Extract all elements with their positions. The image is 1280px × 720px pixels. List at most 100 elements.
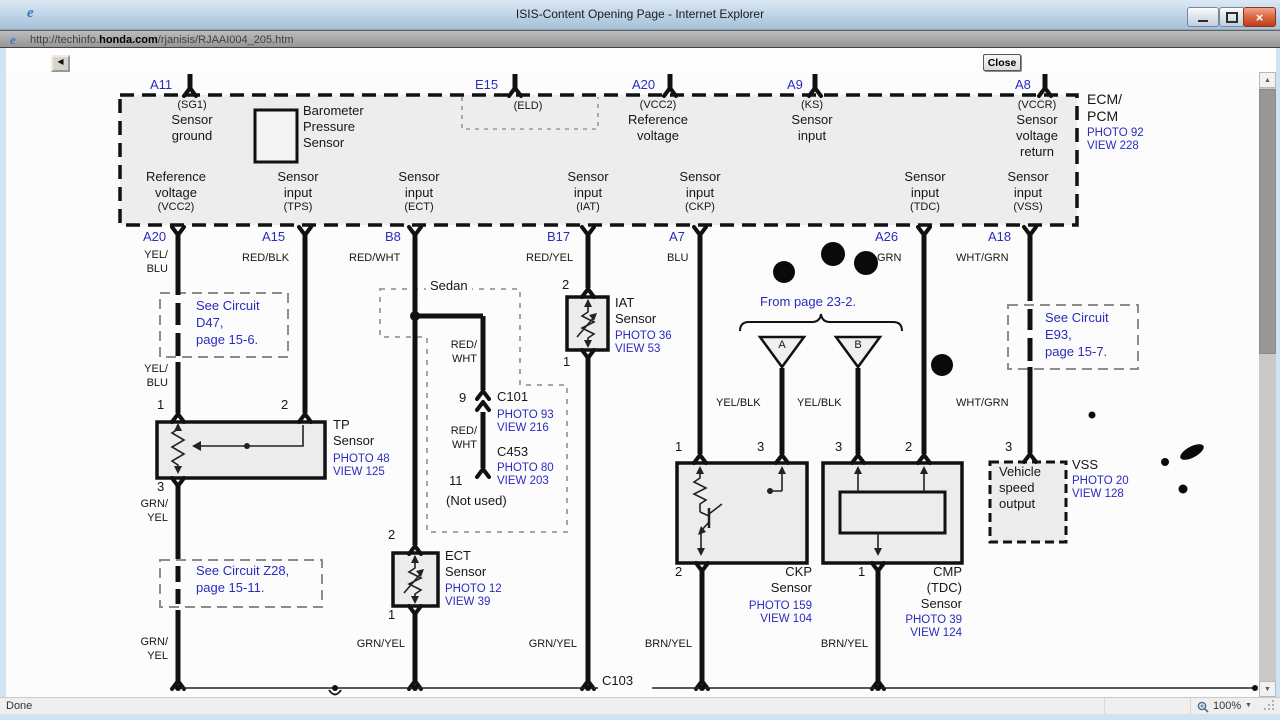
ckp-pin-2: 2 [675,564,683,579]
ecm-fn-code: (CKP) [685,201,715,213]
ecm-fn-label: Sensor input [567,169,609,200]
pin-label-b8: B8 [385,229,401,244]
back-arrow-icon: ◀ [57,57,64,66]
ckp-sensor-name: CKP Sensor [770,564,812,595]
ckp-photo-view-ref[interactable]: PHOTO 159 VIEW 104 [722,600,812,625]
see-circuit-e93-ref[interactable]: See Circuit E93, page 15-7. [1045,309,1109,360]
iat-sensor-name: IAT Sensor [615,295,657,326]
zoom-caret-icon[interactable]: ▼ [1245,702,1252,709]
tp-pin-3: 3 [157,479,165,494]
url-field[interactable]: http://techinfo.honda.com/rjanisis/RJAAI… [30,34,294,46]
address-bar[interactable]: e http://techinfo.honda.com/rjanisis/RJA… [0,30,1280,48]
iat-pin-1: 1 [563,354,571,369]
scroll-up-button[interactable]: ▲ [1259,72,1276,88]
cmp-pin-2: 2 [905,439,913,454]
vss-photo-view-ref[interactable]: PHOTO 20 VIEW 128 [1072,475,1129,500]
reference-voltage-label: Reference voltage [628,112,688,143]
minimize-button[interactable] [1187,7,1219,27]
ie-page-icon: e [10,32,16,47]
wire-color-red-wht: RED/WHT [349,252,401,264]
from-page-ref[interactable]: From page 23-2. [760,294,856,310]
tp-photo-view-ref[interactable]: PHOTO 48 VIEW 125 [333,453,390,478]
ecm-pcm-title: ECM/ PCM [1087,91,1122,124]
ecm-fn-code: (ECT) [404,201,434,213]
pin-label-a26: A26 [875,229,899,244]
close-page-button[interactable]: Close [983,54,1021,71]
pin-label-a9: A9 [787,77,803,92]
cmp-pin-1: 1 [858,564,866,579]
ks-code: (KS) [801,99,823,111]
vss-name: VSS [1072,457,1099,472]
close-icon: × [1255,9,1264,25]
see-circuit-z28-ref[interactable]: See Circuit Z28, page 15-11. [196,562,289,596]
minimize-icon [1198,19,1208,22]
maximize-icon [1226,11,1238,23]
back-button[interactable]: ◀ [51,55,70,72]
zoom-level[interactable]: 100% [1213,700,1241,712]
pin-label-a20: A20 [143,229,167,244]
triangle-b-label: B [854,339,862,351]
wire-color-grn-yel-4: GRN/YEL [528,638,577,650]
sensor-voltage-return-label: Sensor voltage return [1016,112,1058,159]
vcc2-code: (VCC2) [639,99,677,111]
wire-color-yel-blk-1: YEL/BLK [716,397,761,409]
page-content [6,72,1259,697]
scroll-thumb[interactable] [1259,89,1276,354]
vccr-code: (VCCR) [1017,99,1057,111]
title-bar: e ISIS-Content Opening Page - Internet E… [0,0,1280,30]
maximize-button[interactable] [1219,7,1245,27]
browser-window: e ISIS-Content Opening Page - Internet E… [0,0,1280,720]
tp-pin-1: 1 [157,397,165,412]
cmp-pin-3: 3 [835,439,843,454]
see-circuit-d47-ref[interactable]: See Circuit D47, page 15-6. [196,297,260,348]
status-bar: Done 100% ▼ [0,697,1280,714]
c453-photo-view-ref[interactable]: PHOTO 80 VIEW 203 [497,462,554,487]
c101-photo-view-ref[interactable]: PHOTO 93 VIEW 216 [497,409,554,434]
vehicle-speed-output-label: Vehicle speed output [999,464,1041,511]
pin-label-a18: A18 [988,229,1012,244]
pin-label-a20-top: A20 [632,77,656,92]
wire-color-yel-blk-2: YEL/BLK [797,397,842,409]
pin-label-e15: E15 [475,77,499,92]
status-separator [1104,698,1105,714]
zoom-icon [1197,701,1209,713]
window-border-bottom [0,714,1280,720]
tp-pin-2: 2 [281,397,289,412]
ecm-photo-view-ref[interactable]: PHOTO 92 VIEW 228 [1087,127,1144,152]
status-text: Done [6,700,33,712]
iat-photo-view-ref[interactable]: PHOTO 36 VIEW 53 [615,330,672,355]
c453-pin-11: 11 [449,473,463,488]
tp-sensor-name: TP Sensor [333,417,375,448]
ecm-fn-label: Sensor input [679,169,721,200]
scroll-up-icon: ▲ [1264,77,1271,84]
wire-color-grn-yel-1: GRN/ YEL [140,498,169,524]
ecm-fn-code: (IAT) [576,201,600,213]
window-title: ISIS-Content Opening Page - Internet Exp… [515,7,765,21]
ecm-fn-label: Sensor input [904,169,946,200]
close-window-button[interactable]: × [1243,7,1276,27]
ecm-fn-code: (TDC) [910,201,940,213]
barometer-sensor-label: Barometer Pressure Sensor [303,103,364,150]
pin-label-a11: A11 [150,77,173,92]
ckp-pin-3: 3 [757,439,765,454]
resize-grip[interactable] [1272,708,1274,710]
content-scrollbar[interactable]: ▲ ▼ [1259,72,1276,697]
url-prefix: http://techinfo. [30,34,100,46]
ecm-fn-label: Reference voltage [146,169,206,200]
wire-color-red-yel: RED/YEL [526,252,574,264]
wire-color-yel-blu-2: YEL/ BLU [144,363,168,389]
cmp-photo-view-ref[interactable]: PHOTO 39 VIEW 124 [874,614,962,639]
ecm-fn-label: Sensor input [398,169,440,200]
triangle-a-label: A [778,339,786,351]
sensor-ground-label: Sensor ground [171,112,213,143]
pin-label-a7: A7 [669,229,685,244]
status-separator [1190,698,1191,714]
wire-color-red-blk: RED/BLK [242,252,290,264]
scroll-down-button[interactable]: ▼ [1259,681,1276,697]
pin-label-a15: A15 [262,229,286,244]
cmp-sensor-name: CMP (TDC) Sensor [920,564,962,611]
ecm-fn-label: Sensor input [1007,169,1049,200]
ect-photo-view-ref[interactable]: PHOTO 12 VIEW 39 [445,583,502,608]
wire-color-grn: GRN [877,252,902,264]
ect-pin-2: 2 [388,527,396,542]
